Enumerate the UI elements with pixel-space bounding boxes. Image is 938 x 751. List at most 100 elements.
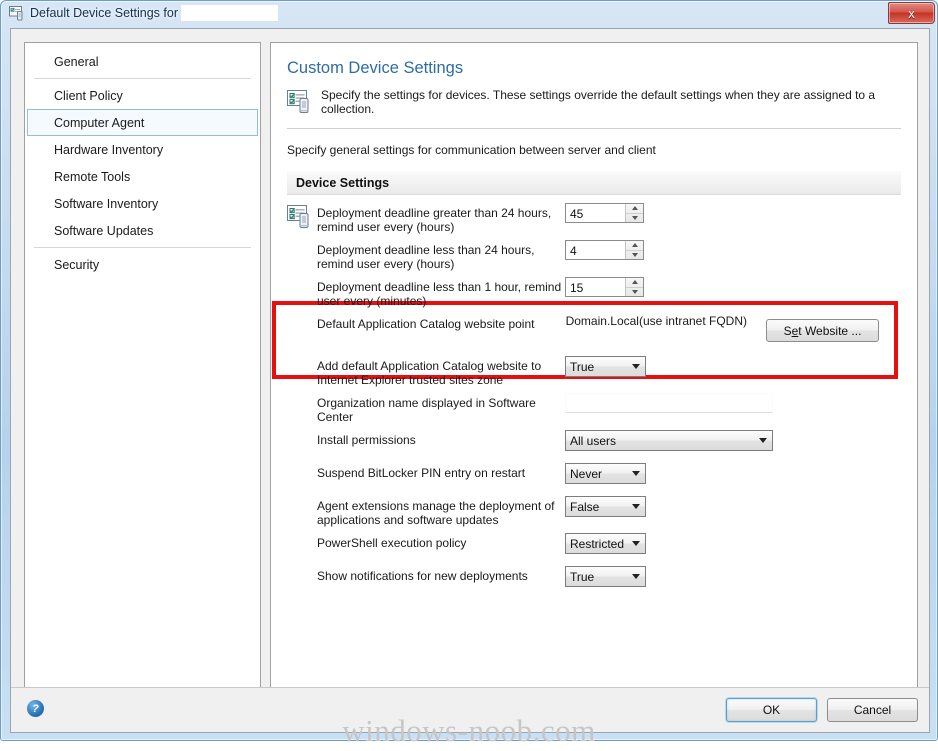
setting-row: Deployment deadline greater than 24 hour… [287, 203, 901, 234]
stepper-buttons[interactable] [625, 241, 643, 259]
row-icon-spacer [287, 240, 317, 242]
dropdown[interactable]: True [565, 566, 646, 587]
application-catalog-website-value: Domain.Local(use intranet FQDN) [565, 314, 747, 328]
setting-row: Organization name displayed in Software … [287, 393, 901, 424]
stepper-buttons[interactable] [625, 204, 643, 222]
setting-row: Agent extensions manage the deployment o… [287, 496, 901, 527]
stepper-value[interactable]: 45 [566, 204, 625, 222]
row-icon-spacer [287, 393, 317, 395]
chevron-down-icon [627, 504, 645, 509]
setting-row: Suspend BitLocker PIN entry on restart Ne… [287, 463, 901, 490]
dropdown-value: Restricted [570, 536, 625, 551]
dialog-client-area: General Client Policy Computer Agent Hardwa… [10, 28, 930, 733]
settings-pane: Custom Device Settings Specify the setti… [270, 42, 918, 712]
dropdown[interactable]: Never [565, 463, 646, 484]
stepper-down-icon[interactable] [626, 214, 643, 223]
sidebar-item-remote-tools[interactable]: Remote Tools [27, 163, 258, 190]
divider [287, 128, 901, 129]
setting-label: Deployment deadline greater than 24 hour… [317, 206, 552, 234]
setting-label: Suspend BitLocker PIN entry on restart [317, 466, 526, 480]
close-icon[interactable]: x [888, 2, 935, 24]
stepper-up-icon[interactable] [626, 278, 643, 288]
sidebar-item-client-policy[interactable]: Client Policy [27, 82, 258, 109]
setting-control: 4 [565, 240, 901, 260]
device-settings-icon [287, 203, 317, 229]
setting-control: All users [565, 430, 901, 451]
setting-label: Deployment deadline less than 1 hour, re… [317, 280, 562, 308]
organization-name-input[interactable] [565, 393, 773, 413]
setting-row: Add default Application Catalog website … [287, 356, 901, 387]
setting-label: Organization name displayed in Software … [317, 396, 536, 424]
sidebar-divider [34, 247, 251, 248]
dropdown[interactable]: True [565, 356, 646, 377]
stepper-up-icon[interactable] [626, 241, 643, 251]
row-icon-spacer [287, 430, 317, 432]
device-settings-icon [287, 90, 312, 114]
dropdown-value: Never [570, 466, 603, 481]
dropdown-value: True [570, 569, 595, 584]
setting-control: False [565, 496, 901, 517]
setting-row: Deployment deadline less than 24 hours, … [287, 240, 901, 271]
setting-label: Show notifications for new deployments [317, 569, 528, 583]
setting-row: Default Application Catalog website poin… [287, 314, 901, 352]
pane-subdescription: Specify general settings for communicati… [287, 143, 656, 157]
setting-label: Default Application Catalog website poin… [317, 317, 535, 331]
stepper-value[interactable]: 4 [566, 241, 625, 259]
row-icon-spacer [287, 277, 317, 279]
quantity-stepper[interactable]: 45 [565, 203, 644, 223]
quantity-stepper[interactable]: 4 [565, 240, 644, 260]
page-title: Custom Device Settings [287, 59, 464, 77]
setting-label: Agent extensions manage the deployment o… [317, 499, 555, 527]
sidebar-item-software-updates[interactable]: Software Updates [27, 217, 258, 244]
title-bar: Default Device Settings for x [1, 1, 938, 25]
sidebar-item-computer-agent[interactable]: Computer Agent [27, 109, 258, 136]
dialog-footer: ? OK Cancel [11, 687, 929, 732]
sidebar-item-general[interactable]: General [27, 48, 258, 75]
dropdown[interactable]: All users [565, 430, 773, 451]
dropdown[interactable]: Restricted [565, 533, 646, 554]
quantity-stepper[interactable]: 15 [565, 277, 644, 297]
sidebar-divider [34, 78, 251, 79]
setting-row: Show notifications for new deployments Tr… [287, 566, 901, 593]
row-icon-spacer [287, 356, 317, 358]
row-icon-spacer [287, 566, 317, 568]
stepper-buttons[interactable] [625, 278, 643, 296]
dropdown[interactable]: False [565, 496, 646, 517]
chevron-down-icon [754, 438, 772, 443]
stepper-value[interactable]: 15 [566, 278, 625, 296]
cancel-button[interactable]: Cancel [827, 698, 918, 722]
settings-category-list[interactable]: General Client Policy Computer Agent Hardwa… [24, 42, 261, 712]
stepper-down-icon[interactable] [626, 251, 643, 260]
pane-description-row: Specify the settings for devices. These … [287, 88, 901, 116]
setting-row: PowerShell execution policy Restricted [287, 533, 901, 560]
dropdown-value: False [570, 499, 600, 514]
stepper-up-icon[interactable] [626, 204, 643, 214]
row-icon-spacer [287, 463, 317, 465]
ok-button[interactable]: OK [726, 698, 817, 722]
pane-description: Specify the settings for devices. These … [321, 88, 876, 116]
device-settings-icon [9, 5, 25, 21]
settings-rows: Deployment deadline greater than 24 hour… [272, 195, 901, 593]
dropdown-value: True [570, 359, 595, 374]
device-settings-group-header: Device Settings [287, 171, 901, 195]
setting-label: Deployment deadline less than 24 hours, … [317, 243, 535, 271]
setting-control: Restricted [565, 533, 901, 554]
dialog-window: Default Device Settings for x General Cli… [0, 0, 938, 741]
stepper-down-icon[interactable] [626, 288, 643, 297]
sidebar-item-security[interactable]: Security [27, 251, 258, 278]
title-redaction-box [181, 5, 278, 21]
setting-control: True [565, 566, 901, 587]
setting-control: Domain.Local(use intranet FQDN) Se t Websi… [565, 314, 901, 352]
chevron-down-icon [627, 574, 645, 579]
row-icon-spacer [287, 533, 317, 535]
set-website-button[interactable]: Set Website ... [766, 319, 879, 342]
setting-control: True [565, 356, 901, 377]
setting-row: Install permissions All users [287, 430, 901, 457]
setting-control: 15 [565, 277, 901, 297]
help-icon[interactable]: ? [27, 700, 44, 717]
setting-label: Add default Application Catalog website … [317, 359, 542, 387]
row-icon-spacer [287, 314, 317, 316]
sidebar-item-hardware-inventory[interactable]: Hardware Inventory [27, 136, 258, 163]
sidebar-item-software-inventory[interactable]: Software Inventory [27, 190, 258, 217]
setting-control: 45 [565, 203, 901, 223]
